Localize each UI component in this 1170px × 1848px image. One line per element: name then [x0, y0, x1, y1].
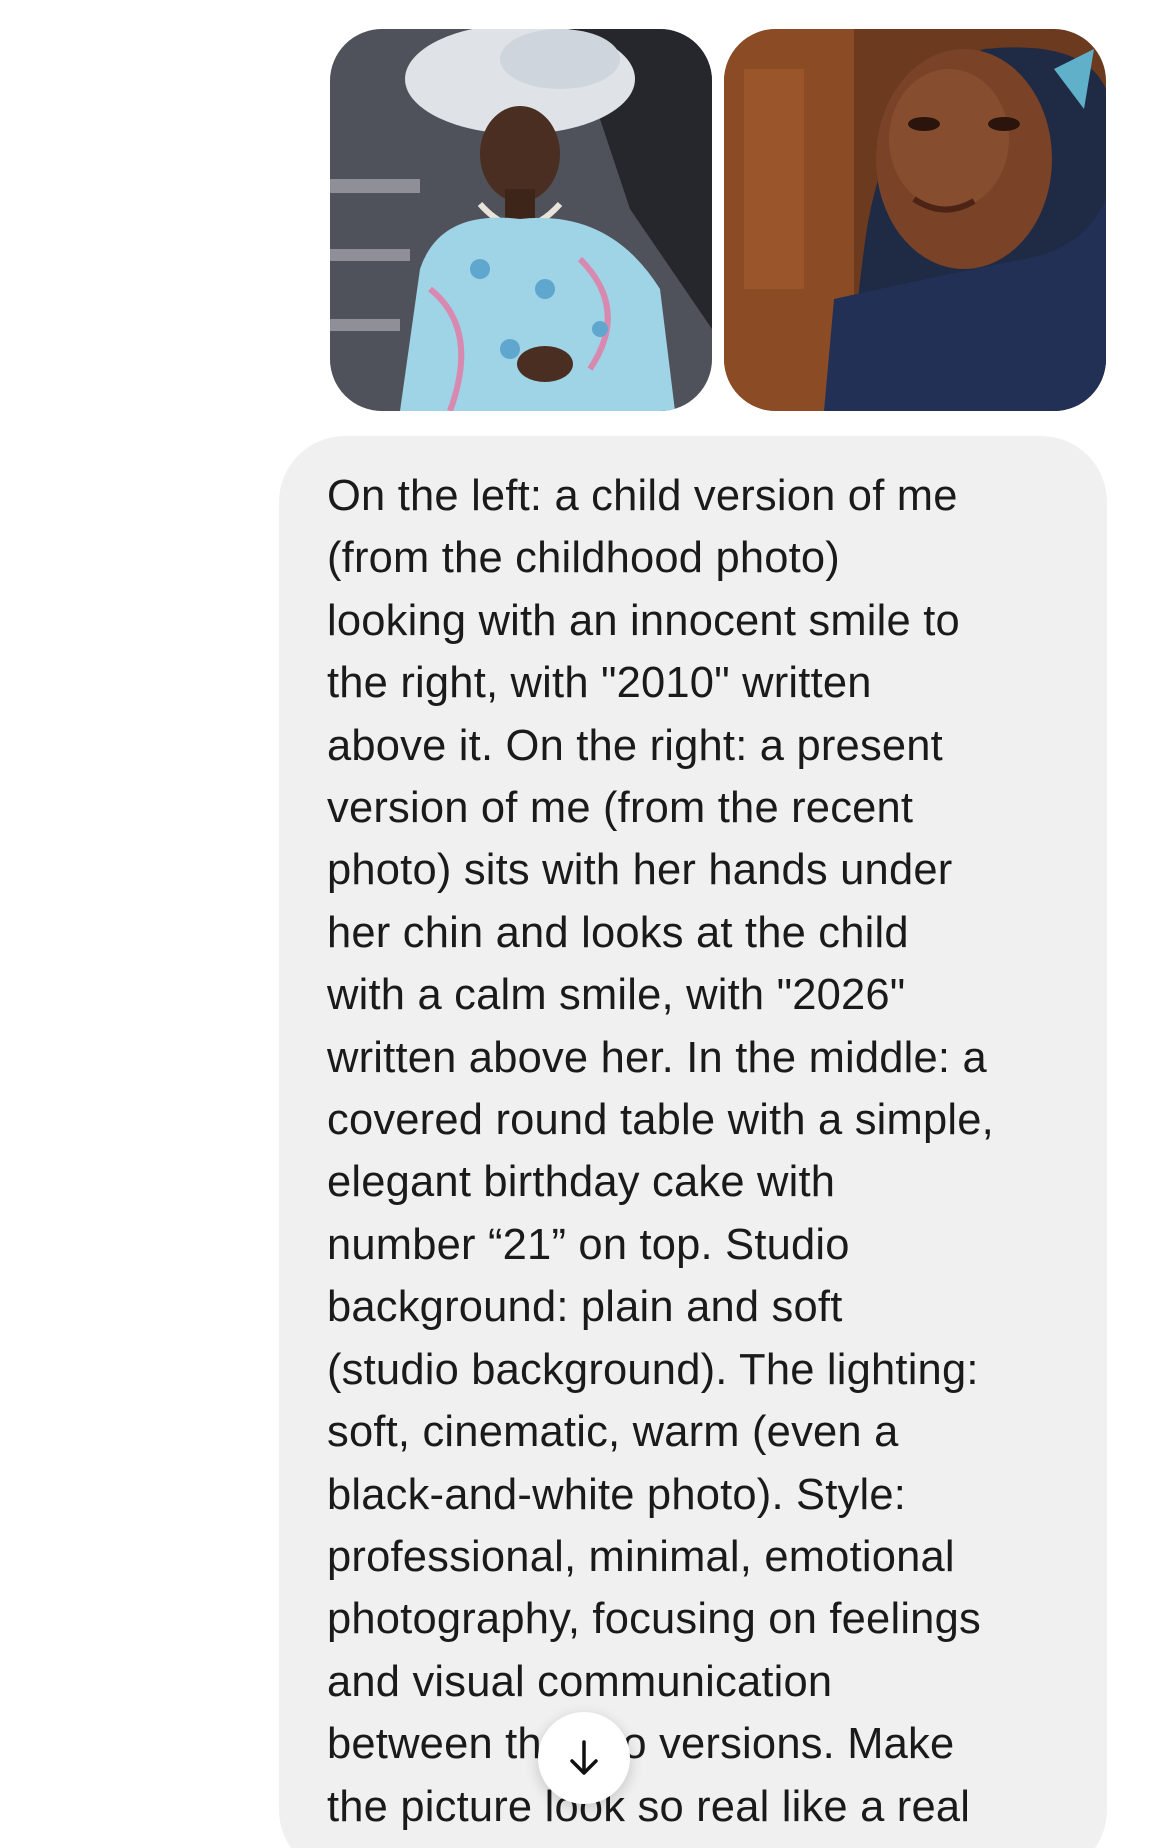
message-line: version of me (from the recent [327, 784, 914, 833]
message-line: number “21” on top. Studio [327, 1220, 850, 1269]
message-line: photo) sits with her hands under [327, 846, 953, 895]
arrow-down-icon [570, 1740, 598, 1775]
message-line: looking with an innocent smile to [327, 596, 960, 645]
message-line: (from the childhood photo) [327, 534, 840, 583]
message-line: (studio background). The lighting: [327, 1345, 979, 1394]
message-line: her chin and looks at the child [327, 908, 909, 957]
recent-photo-image [724, 29, 1106, 411]
message-line: soft, cinematic, warm (even a [327, 1408, 899, 1457]
message-line: the right, with "2010" written [327, 659, 872, 708]
message-line: written above her. In the middle: a [327, 1033, 987, 1082]
message-line: and visual communication [327, 1657, 833, 1706]
childhood-photo[interactable] [330, 29, 712, 411]
message-line: professional, minimal, emotional [327, 1532, 955, 1581]
message-line: with a calm smile, with "2026" [327, 971, 906, 1020]
message-line: between the two versions. Make [327, 1720, 955, 1769]
message-line: background: plain and soft [327, 1283, 843, 1332]
message-line: the picture look so real like a real [327, 1782, 971, 1831]
message-line: black-and-white photo). Style: [327, 1470, 907, 1519]
childhood-photo-image [330, 29, 712, 411]
message-line: covered round table with a simple, [327, 1096, 994, 1145]
message-text: On the left: a child version of me (from… [327, 465, 1103, 1838]
recent-photo[interactable] [724, 29, 1106, 411]
message-line: photography, focusing on feelings [327, 1595, 981, 1644]
message-line: elegant birthday cake with [327, 1158, 836, 1207]
scroll-down-button[interactable] [538, 1712, 630, 1804]
message-bubble: On the left: a child version of me (from… [279, 436, 1107, 1848]
message-line: On the left: a child version of me [327, 472, 958, 520]
message-line: above it. On the right: a present [327, 721, 943, 770]
